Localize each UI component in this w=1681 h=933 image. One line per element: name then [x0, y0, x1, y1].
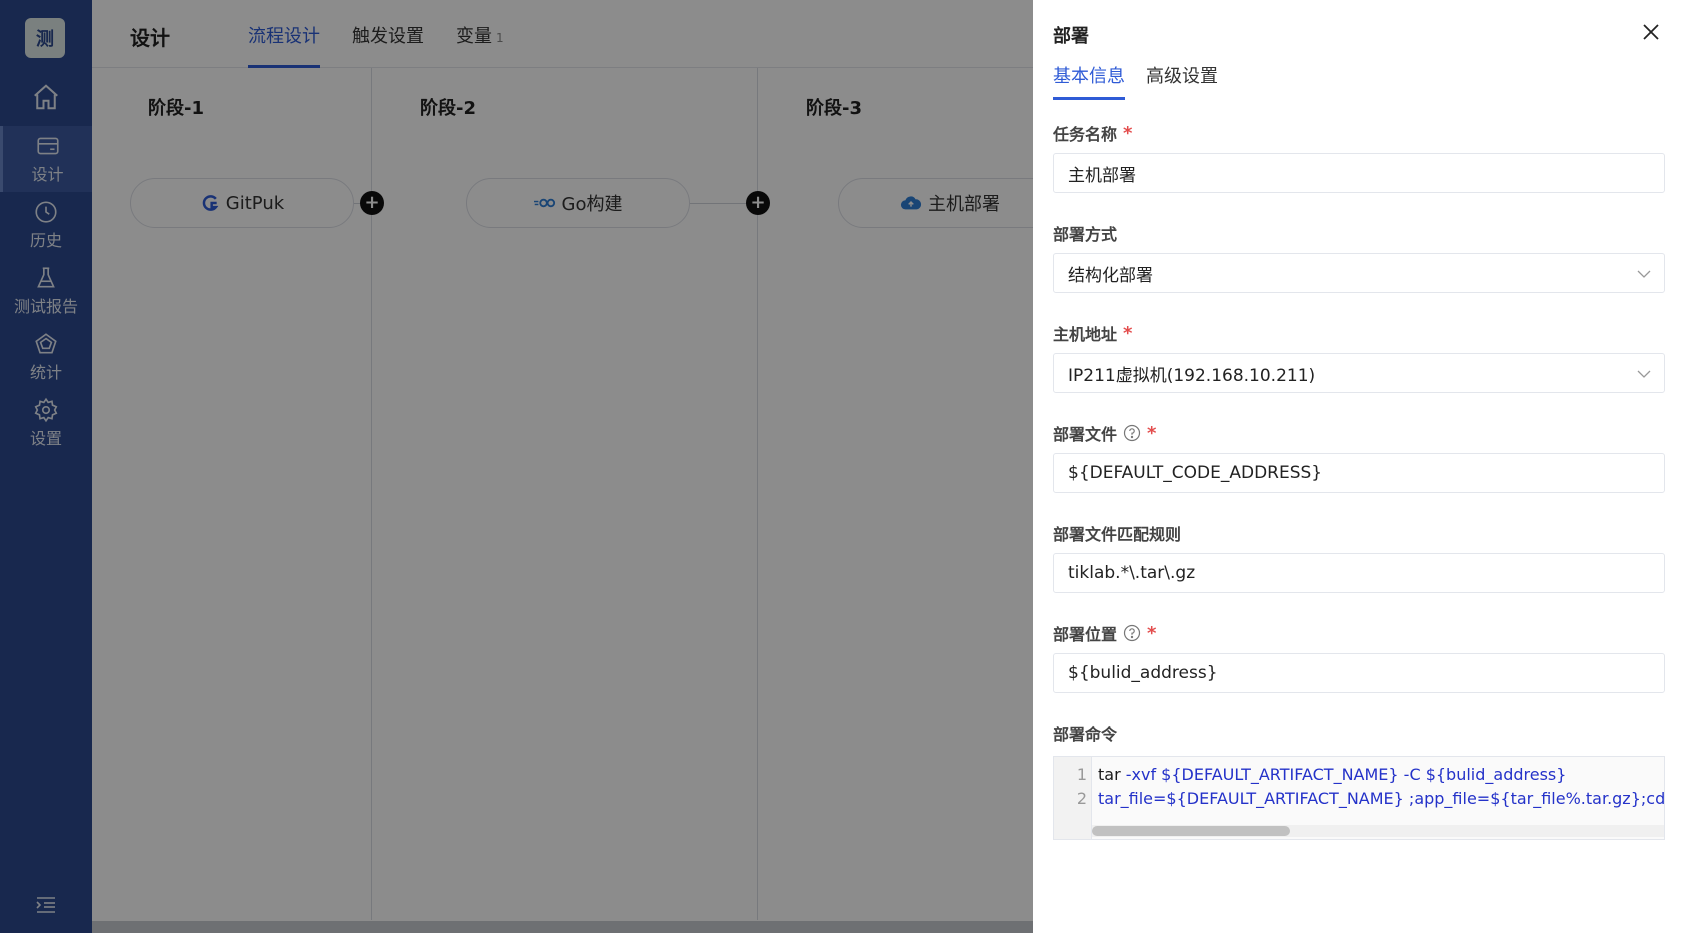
deploy-file-label: 部署文件 * [1053, 421, 1156, 445]
deploy-command-label: 部署命令 [1053, 721, 1117, 745]
deploy-file-input[interactable]: ${DEFAULT_CODE_ADDRESS} [1053, 453, 1665, 493]
required-mark: * [1147, 622, 1157, 644]
required-mark: * [1123, 122, 1133, 144]
deploy-location-input[interactable]: ${bulid_address} [1053, 653, 1665, 693]
deploy-mode-select[interactable]: 结构化部署 [1053, 253, 1665, 293]
required-mark: * [1123, 322, 1133, 344]
label-text: 部署位置 [1053, 625, 1118, 644]
code-line: tar -xvf ${DEFAULT_ARTIFACT_NAME} -C ${b… [1098, 765, 1566, 784]
help-icon[interactable] [1123, 424, 1141, 442]
tab-advanced-settings[interactable]: 高级设置 [1146, 62, 1218, 100]
label-text: 部署文件 [1053, 425, 1118, 444]
input-value: 主机部署 [1068, 165, 1136, 186]
code-command: tar [1098, 765, 1121, 784]
line-number: 2 [1076, 789, 1087, 808]
help-icon[interactable] [1123, 624, 1141, 642]
chevron-down-icon [1637, 270, 1651, 278]
host-address-label: 主机地址 * [1053, 321, 1132, 345]
task-name-label: 任务名称 * [1053, 121, 1132, 145]
input-value: ${DEFAULT_CODE_ADDRESS} [1068, 463, 1323, 483]
line-number-gutter: 1 2 [1054, 757, 1092, 839]
deploy-location-label: 部署位置 * [1053, 621, 1156, 645]
input-value: tiklab.*\.tar\.gz [1068, 563, 1196, 583]
match-rule-input[interactable]: tiklab.*\.tar\.gz [1053, 553, 1665, 593]
input-value: ${bulid_address} [1068, 663, 1218, 683]
tab-label: 高级设置 [1146, 66, 1218, 87]
tab-label: 基本信息 [1053, 66, 1125, 87]
code-horizontal-scrollbar[interactable] [1092, 825, 1664, 837]
select-value: 结构化部署 [1068, 265, 1153, 286]
label-text: 主机地址 [1053, 325, 1118, 344]
label-text: 部署文件匹配规则 [1053, 525, 1182, 544]
code-args: -xvf ${DEFAULT_ARTIFACT_NAME} -C ${bulid… [1120, 765, 1567, 784]
required-mark: * [1147, 422, 1157, 444]
label-text: 部署命令 [1053, 725, 1118, 744]
label-text: 任务名称 [1053, 125, 1118, 144]
deploy-drawer: 部署 基本信息 高级设置 任务名称 * 主机部署 部署方式 结构化部署 主机地址 *… [1033, 0, 1681, 933]
code-args: tar_file=${DEFAULT_ARTIFACT_NAME} ;app_f… [1098, 789, 1665, 808]
chevron-down-icon [1637, 370, 1651, 378]
line-number: 1 [1076, 765, 1087, 784]
deploy-command-editor[interactable]: 1 2 tar -xvf ${DEFAULT_ARTIFACT_NAME} -C… [1053, 756, 1665, 840]
code-line: tar_file=${DEFAULT_ARTIFACT_NAME} ;app_f… [1098, 789, 1665, 808]
scrollbar-thumb[interactable] [1092, 826, 1290, 836]
tab-basic-info[interactable]: 基本信息 [1053, 62, 1125, 100]
host-address-select[interactable]: IP211虚拟机(192.168.10.211) [1053, 353, 1665, 393]
task-name-input[interactable]: 主机部署 [1053, 153, 1665, 193]
label-text: 部署方式 [1053, 225, 1118, 244]
deploy-mode-label: 部署方式 [1053, 221, 1117, 245]
select-value: IP211虚拟机(192.168.10.211) [1068, 365, 1316, 386]
drawer-title: 部署 [1053, 26, 1089, 47]
close-icon[interactable] [1639, 20, 1663, 44]
match-rule-label: 部署文件匹配规则 [1053, 521, 1181, 545]
